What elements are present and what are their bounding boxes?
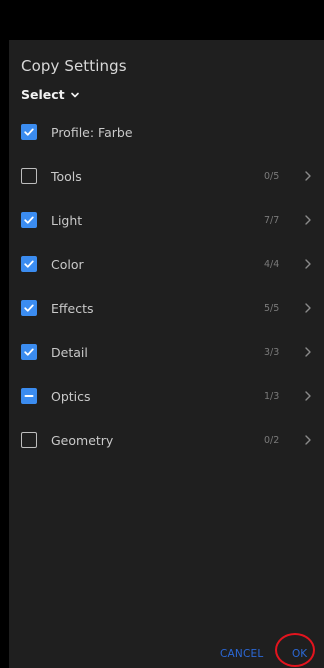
- option-count: 1/3: [264, 390, 280, 402]
- screen: Copy Settings Select Profile: Farbe Tools…: [0, 0, 324, 668]
- copy-settings-dialog: Copy Settings Select Profile: Farbe Tools…: [9, 40, 324, 668]
- checkmark-icon: [24, 348, 34, 356]
- option-row-detail[interactable]: Detail 3/3: [21, 340, 321, 364]
- option-row-optics[interactable]: Optics 1/3: [21, 384, 321, 408]
- chevron-right-icon[interactable]: [304, 390, 312, 402]
- option-label: Geometry: [51, 432, 114, 448]
- select-label: Select: [21, 87, 65, 102]
- checkbox-checked[interactable]: [21, 212, 37, 228]
- option-label: Detail: [51, 344, 88, 360]
- option-label: Profile: Farbe: [51, 124, 133, 140]
- option-count: 3/3: [264, 346, 280, 358]
- checkbox-unchecked[interactable]: [21, 168, 37, 184]
- option-label: Optics: [51, 388, 91, 404]
- option-row-geometry[interactable]: Geometry 0/2: [21, 428, 321, 452]
- option-count: 7/7: [264, 214, 280, 226]
- dialog-title: Copy Settings: [21, 57, 127, 75]
- option-row-color[interactable]: Color 4/4: [21, 252, 321, 276]
- ok-button[interactable]: OK: [292, 648, 307, 660]
- minus-icon: [24, 395, 34, 397]
- chevron-right-icon[interactable]: [304, 346, 312, 358]
- checkbox-partial[interactable]: [21, 388, 37, 404]
- chevron-right-icon[interactable]: [304, 258, 312, 270]
- option-row-effects[interactable]: Effects 5/5: [21, 296, 321, 320]
- checkbox-unchecked[interactable]: [21, 432, 37, 448]
- checkbox-checked[interactable]: [21, 300, 37, 316]
- cancel-button[interactable]: CANCEL: [220, 648, 263, 660]
- checkmark-icon: [24, 128, 34, 136]
- option-row-profile-farbe[interactable]: Profile: Farbe: [21, 120, 321, 144]
- checkmark-icon: [24, 260, 34, 268]
- select-dropdown[interactable]: Select: [21, 87, 80, 102]
- checkbox-checked[interactable]: [21, 344, 37, 360]
- option-row-light[interactable]: Light 7/7: [21, 208, 321, 232]
- option-label: Effects: [51, 300, 94, 316]
- checkbox-checked[interactable]: [21, 124, 37, 140]
- checkmark-icon: [24, 304, 34, 312]
- option-count: 0/2: [264, 434, 280, 446]
- option-row-tools[interactable]: Tools 0/5: [21, 164, 321, 188]
- option-count: 4/4: [264, 258, 280, 270]
- option-label: Color: [51, 256, 84, 272]
- option-count: 0/5: [264, 170, 280, 182]
- checkbox-checked[interactable]: [21, 256, 37, 272]
- checkmark-icon: [24, 216, 34, 224]
- chevron-down-icon: [70, 92, 79, 97]
- chevron-right-icon[interactable]: [304, 170, 312, 182]
- chevron-right-icon[interactable]: [304, 434, 312, 446]
- option-count: 5/5: [264, 302, 280, 314]
- option-label: Light: [51, 212, 83, 228]
- chevron-right-icon[interactable]: [304, 302, 312, 314]
- option-label: Tools: [51, 168, 82, 184]
- chevron-right-icon[interactable]: [304, 214, 312, 226]
